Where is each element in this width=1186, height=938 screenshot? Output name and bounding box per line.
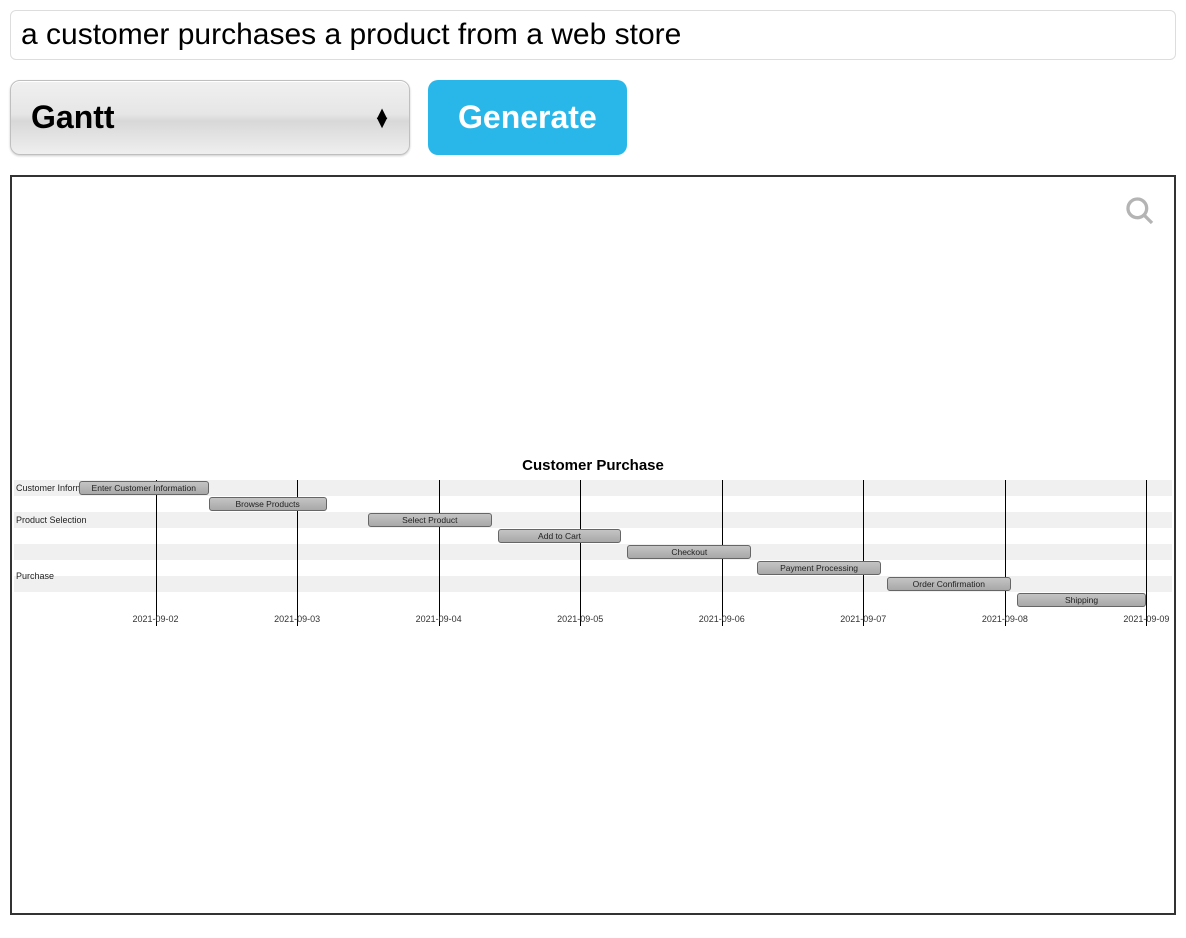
gantt-bar[interactable]: Checkout [627, 545, 751, 559]
gantt-gridline [1146, 480, 1147, 626]
gantt-tick-label: 2021-09-03 [274, 614, 320, 624]
gantt-chart: Customer Purchase Customer InformationPr… [14, 457, 1172, 608]
gantt-row-band [14, 512, 1172, 528]
select-arrows-icon: ▲▼ [373, 109, 391, 127]
gantt-section-label: Product Selection [16, 515, 87, 525]
gantt-row-band [14, 496, 1172, 512]
gantt-bar[interactable]: Shipping [1017, 593, 1147, 607]
gantt-gridline [439, 480, 440, 626]
diagram-type-value: Gantt [31, 99, 115, 136]
gantt-bar[interactable]: Select Product [368, 513, 492, 527]
generate-button[interactable]: Generate [428, 80, 627, 155]
gantt-bar[interactable]: Browse Products [209, 497, 327, 511]
diagram-type-select[interactable]: Gantt ▲▼ [10, 80, 410, 155]
gantt-tick-label: 2021-09-06 [699, 614, 745, 624]
gantt-bar[interactable]: Payment Processing [757, 561, 881, 575]
gantt-gridline [1005, 480, 1006, 626]
chart-frame: Customer Purchase Customer InformationPr… [10, 175, 1176, 915]
gantt-bar[interactable]: Enter Customer Information [79, 481, 209, 495]
gantt-gridline [580, 480, 581, 626]
gantt-bar[interactable]: Add to Cart [498, 529, 622, 543]
gantt-section-label: Purchase [16, 571, 54, 581]
gantt-bar[interactable]: Order Confirmation [887, 577, 1011, 591]
gantt-row-band [14, 544, 1172, 560]
gantt-tick-label: 2021-09-02 [133, 614, 179, 624]
gantt-tick-label: 2021-09-09 [1123, 614, 1169, 624]
chart-title: Customer Purchase [14, 457, 1172, 474]
gantt-tick-label: 2021-09-04 [416, 614, 462, 624]
gantt-tick-label: 2021-09-05 [557, 614, 603, 624]
gantt-gridline [156, 480, 157, 626]
gantt-row-band [14, 592, 1172, 608]
prompt-input[interactable] [10, 10, 1176, 60]
gantt-row-band [14, 560, 1172, 576]
zoom-icon[interactable] [1124, 195, 1156, 227]
gantt-gridline [863, 480, 864, 626]
gantt-tick-label: 2021-09-07 [840, 614, 886, 624]
gantt-tick-label: 2021-09-08 [982, 614, 1028, 624]
